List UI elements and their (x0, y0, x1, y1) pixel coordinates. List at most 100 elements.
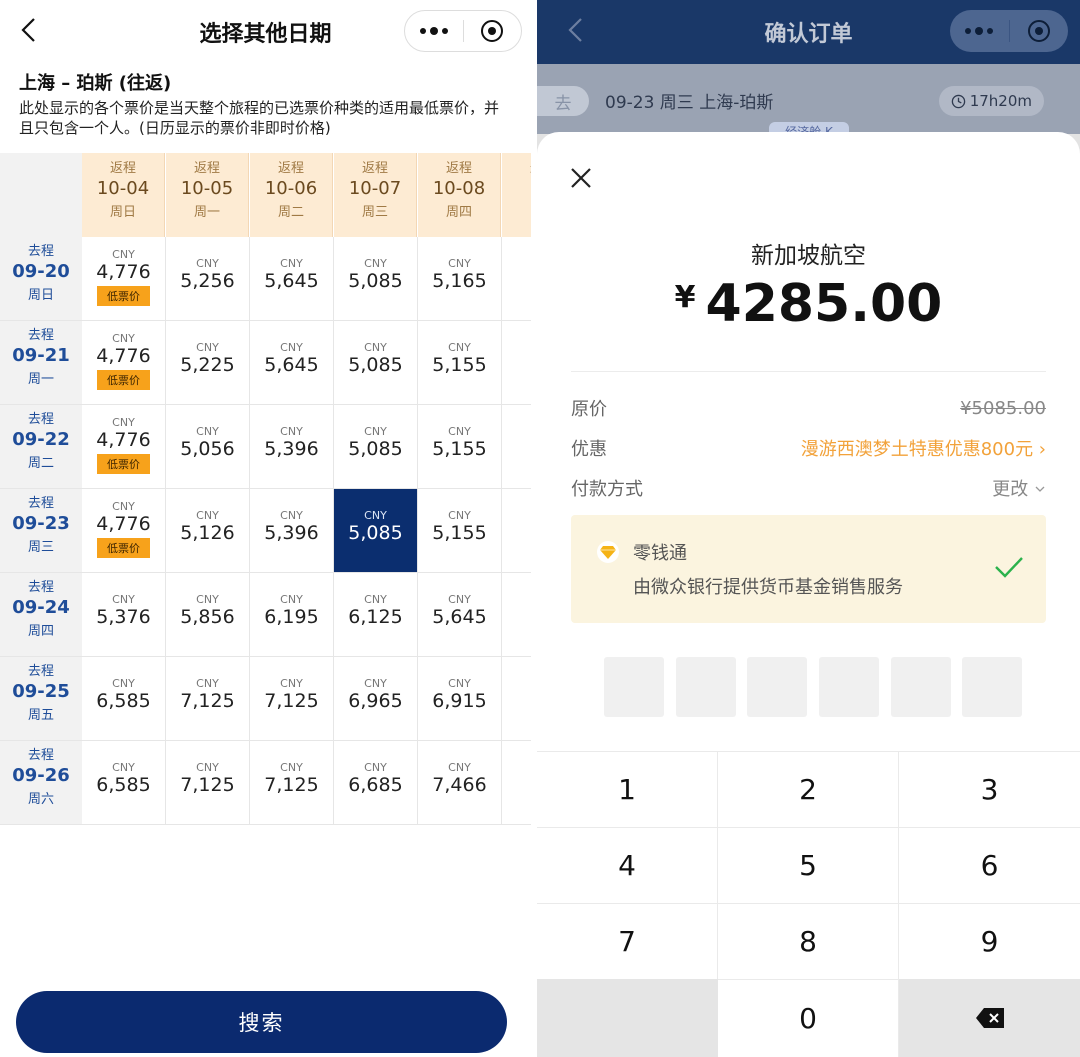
depart-date-header[interactable]: 去程 09-23 周三 (0, 489, 82, 573)
currency-code: C (502, 425, 531, 438)
fare-cell[interactable]: C4, (502, 489, 531, 573)
return-date: 10 (502, 178, 531, 199)
fare-cell[interactable]: CNY 6,125 (334, 573, 418, 657)
clock-icon (951, 94, 965, 108)
depart-date-header[interactable]: 去程 09-25 周五 (0, 657, 82, 741)
discount-value[interactable]: 漫游西澳梦土特惠优惠800元 › (801, 435, 1046, 461)
close-mini-program-button[interactable] (464, 20, 522, 42)
fare-cell[interactable]: CNY 4,776 低票价 (82, 237, 166, 321)
fare-cell[interactable]: CNY 7,125 (250, 657, 334, 741)
payment-option[interactable]: 零钱通 由微众银行提供货币基金销售服务 (571, 515, 1046, 623)
depart-date: 09-23 (12, 513, 70, 534)
currency-code: CNY (364, 677, 387, 690)
divider (571, 371, 1046, 372)
fare-cell[interactable]: CNY 5,126 (166, 489, 250, 573)
key-6[interactable]: 6 (899, 827, 1080, 903)
depart-date-header[interactable]: 去程 09-26 周六 (0, 741, 82, 825)
fare-cell[interactable]: CNY 5,155 (418, 321, 502, 405)
fare-cell[interactable]: CNY 5,856 (166, 573, 250, 657)
payment-method-row[interactable]: 付款方式 更改 (571, 474, 1046, 502)
fare-cell[interactable]: CNY 5,165 (418, 237, 502, 321)
fare-cell[interactable]: CNY 5,396 (250, 489, 334, 573)
close-icon[interactable] (567, 164, 595, 192)
fare-cell[interactable]: CNY 4,776 低票价 (82, 489, 166, 573)
search-button[interactable]: 搜索 (16, 991, 507, 1053)
fare-cell[interactable]: CNY 5,056 (166, 405, 250, 489)
fare-cell[interactable]: CNY 5,085 (334, 321, 418, 405)
fare-cell[interactable]: CNY 4,776 低票价 (82, 405, 166, 489)
fare-cell[interactable]: C4, (502, 405, 531, 489)
fare-note: 此处显示的各个票价是当天整个旅程的已选票价种类的适用最低票价，并且只包含一个人。… (19, 99, 500, 137)
fare-cell[interactable]: CNY 5,645 (418, 573, 502, 657)
fare-cell[interactable]: CNY 6,585 (82, 657, 166, 741)
target-icon (1027, 20, 1050, 42)
depart-date-header[interactable]: 去程 09-24 周四 (0, 573, 82, 657)
fare-cell[interactable]: CNY 7,466 (418, 741, 502, 825)
depart-date-header[interactable]: 去程 09-22 周二 (0, 405, 82, 489)
fare-cell[interactable]: CNY 5,376 (82, 573, 166, 657)
fare-cell[interactable]: CNY 5,396 (250, 405, 334, 489)
key-3[interactable]: 3 (899, 751, 1080, 827)
key-0[interactable]: 0 (718, 979, 899, 1057)
fare-cell[interactable]: CNY 6,585 (82, 741, 166, 825)
fare-cell[interactable]: C7, (502, 741, 531, 825)
return-label: 返程 (445, 161, 472, 176)
fare-cell[interactable]: CNY 7,125 (250, 741, 334, 825)
depart-date-header[interactable]: 去程 09-21 周一 (0, 321, 82, 405)
fare-cell[interactable]: CNY 6,685 (334, 741, 418, 825)
low-fare-badge: 低票价 (97, 538, 150, 558)
backspace-key[interactable] (899, 979, 1080, 1057)
key-9[interactable]: 9 (899, 903, 1080, 979)
fare-cell[interactable]: CNY 5,645 (250, 237, 334, 321)
fare-cell[interactable]: CNY 5,085 (334, 405, 418, 489)
return-date-header[interactable]: 返程 10-08 周四 (418, 153, 501, 237)
fare-cell[interactable]: CNY 4,776 低票价 (82, 321, 166, 405)
key-4[interactable]: 4 (537, 827, 718, 903)
return-date-header[interactable]: 返程 10 周 (502, 153, 531, 237)
fare-cell[interactable]: CNY 5,645 (250, 321, 334, 405)
fare-cell[interactable]: CNY 5,225 (166, 321, 250, 405)
key-2[interactable]: 2 (718, 751, 899, 827)
fare-cell[interactable]: CNY 6,915 (418, 657, 502, 741)
fare-price: 7,125 (180, 690, 235, 712)
fare-cell[interactable]: C7 (502, 657, 531, 741)
fare-cell[interactable]: CNY 5,085 (334, 237, 418, 321)
currency-code: CNY (364, 509, 387, 522)
fare-cell[interactable]: CNY 6,195 (250, 573, 334, 657)
change-payment-link[interactable]: 更改 (992, 475, 1046, 501)
depart-date-header[interactable]: 去程 09-20 周日 (0, 237, 82, 321)
fare-cell[interactable]: CNY 6,965 (334, 657, 418, 741)
depart-weekday: 周一 (27, 372, 54, 387)
fare-cell[interactable]: C5, (502, 237, 531, 321)
more-menu-button[interactable] (405, 27, 463, 35)
close-mini-program-button (1010, 20, 1069, 42)
fare-cell[interactable]: CNY 7,125 (166, 741, 250, 825)
password-input[interactable] (604, 657, 1024, 717)
payment-option-desc: 由微众银行提供货币基金销售服务 (633, 577, 903, 598)
fare-cell[interactable]: CNY 5,155 (418, 405, 502, 489)
return-weekday: 周三 (361, 205, 388, 220)
fare-cell-selected[interactable]: CNY 5,085 (334, 489, 418, 573)
fare-cell[interactable]: C4, (502, 321, 531, 405)
depart-weekday: 周日 (27, 288, 54, 303)
fare-cell[interactable]: CNY 7,125 (166, 657, 250, 741)
key-8[interactable]: 8 (718, 903, 899, 979)
return-weekday: 周日 (109, 205, 136, 220)
fare-price: 7,125 (264, 690, 319, 712)
fare-cell[interactable]: CNY 5,155 (418, 489, 502, 573)
key-7[interactable]: 7 (537, 903, 718, 979)
more-icon (419, 27, 448, 35)
fare-price: 6,915 (432, 690, 487, 712)
fare-cell[interactable]: CNY 5,256 (166, 237, 250, 321)
return-date-header[interactable]: 返程 10-05 周一 (166, 153, 249, 237)
payment-amount: ¥4285.00 (537, 274, 1080, 334)
return-date-header[interactable]: 返程 10-04 周日 (82, 153, 165, 237)
fare-price: 5,085 (348, 354, 403, 376)
fare-cell[interactable]: C5, (502, 573, 531, 657)
key-1[interactable]: 1 (537, 751, 718, 827)
discount-row[interactable]: 优惠 漫游西澳梦土特惠优惠800元 › (571, 434, 1046, 462)
return-date-header[interactable]: 返程 10-06 周二 (250, 153, 333, 237)
low-fare-badge: 低票价 (97, 370, 150, 390)
return-date-header[interactable]: 返程 10-07 周三 (334, 153, 417, 237)
key-5[interactable]: 5 (718, 827, 899, 903)
